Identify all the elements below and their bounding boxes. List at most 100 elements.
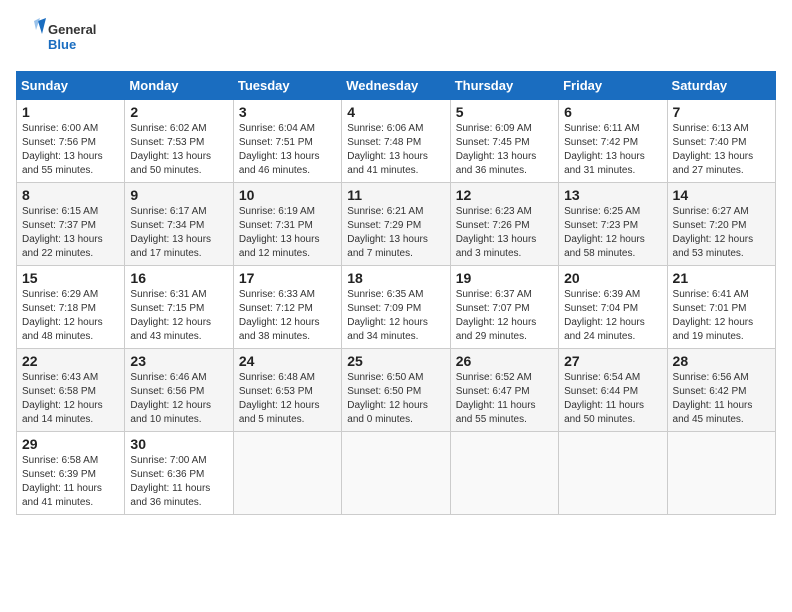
day-number: 5 — [456, 104, 553, 120]
day-of-week-header: Monday — [125, 72, 233, 100]
calendar-day-cell: 27 Sunrise: 6:54 AMSunset: 6:44 PMDayligh… — [559, 349, 667, 432]
day-number: 21 — [673, 270, 770, 286]
day-number: 23 — [130, 353, 227, 369]
day-number: 12 — [456, 187, 553, 203]
day-number: 14 — [673, 187, 770, 203]
day-info: Sunrise: 6:11 AMSunset: 7:42 PMDaylight:… — [564, 122, 661, 178]
day-info: Sunrise: 6:29 AMSunset: 7:18 PMDaylight:… — [22, 288, 119, 344]
header: General Blue — [16, 16, 776, 61]
day-info: Sunrise: 6:04 AMSunset: 7:51 PMDaylight:… — [239, 122, 336, 178]
day-info: Sunrise: 6:27 AMSunset: 7:20 PMDaylight:… — [673, 205, 770, 261]
day-number: 1 — [22, 104, 119, 120]
calendar-week-row: 1Sunrise: 6:00 AMSunset: 7:56 PMDaylight… — [17, 100, 776, 183]
calendar-day-cell: 5 Sunrise: 6:09 AMSunset: 7:45 PMDaylight… — [450, 100, 558, 183]
day-number: 4 — [347, 104, 444, 120]
day-info: Sunrise: 6:50 AMSunset: 6:50 PMDaylight:… — [347, 371, 444, 427]
day-number: 13 — [564, 187, 661, 203]
day-of-week-header: Friday — [559, 72, 667, 100]
svg-text:Blue: Blue — [48, 37, 76, 52]
calendar-day-cell: 18 Sunrise: 6:35 AMSunset: 7:09 PMDayligh… — [342, 266, 450, 349]
day-number: 6 — [564, 104, 661, 120]
logo-text-block: General Blue — [16, 16, 106, 61]
day-info: Sunrise: 6:41 AMSunset: 7:01 PMDaylight:… — [673, 288, 770, 344]
calendar-day-cell: 21 Sunrise: 6:41 AMSunset: 7:01 PMDayligh… — [667, 266, 775, 349]
calendar-week-row: 29Sunrise: 6:58 AMSunset: 6:39 PMDayligh… — [17, 432, 776, 515]
day-info: Sunrise: 6:21 AMSunset: 7:29 PMDaylight:… — [347, 205, 444, 261]
calendar-day-cell: 26Sunrise: 6:52 AMSunset: 6:47 PMDayligh… — [450, 349, 558, 432]
calendar-day-cell: 2Sunrise: 6:02 AMSunset: 7:53 PMDaylight… — [125, 100, 233, 183]
day-of-week-header: Saturday — [667, 72, 775, 100]
day-info: Sunrise: 6:43 AMSunset: 6:58 PMDaylight:… — [22, 371, 119, 427]
calendar-day-cell: 23 Sunrise: 6:46 AMSunset: 6:56 PMDayligh… — [125, 349, 233, 432]
calendar-day-cell: 24Sunrise: 6:48 AMSunset: 6:53 PMDayligh… — [233, 349, 341, 432]
day-of-week-header: Wednesday — [342, 72, 450, 100]
day-number: 20 — [564, 270, 661, 286]
calendar-day-cell: 28 Sunrise: 6:56 AMSunset: 6:42 PMDayligh… — [667, 349, 775, 432]
day-info: Sunrise: 6:35 AMSunset: 7:09 PMDaylight:… — [347, 288, 444, 344]
day-number: 28 — [673, 353, 770, 369]
day-number: 10 — [239, 187, 336, 203]
calendar-day-cell — [233, 432, 341, 515]
day-number: 27 — [564, 353, 661, 369]
day-info: Sunrise: 6:13 AMSunset: 7:40 PMDaylight:… — [673, 122, 770, 178]
day-info: Sunrise: 6:48 AMSunset: 6:53 PMDaylight:… — [239, 371, 336, 427]
day-info: Sunrise: 6:02 AMSunset: 7:53 PMDaylight:… — [130, 122, 227, 178]
calendar-week-row: 8Sunrise: 6:15 AMSunset: 7:37 PMDaylight… — [17, 183, 776, 266]
calendar-day-cell: 16 Sunrise: 6:31 AMSunset: 7:15 PMDayligh… — [125, 266, 233, 349]
day-info: Sunrise: 6:15 AMSunset: 7:37 PMDaylight:… — [22, 205, 119, 261]
day-number: 7 — [673, 104, 770, 120]
day-number: 25 — [347, 353, 444, 369]
calendar-day-cell: 10 Sunrise: 6:19 AMSunset: 7:31 PMDayligh… — [233, 183, 341, 266]
calendar-day-cell: 22 Sunrise: 6:43 AMSunset: 6:58 PMDayligh… — [17, 349, 125, 432]
day-number: 30 — [130, 436, 227, 452]
day-of-week-header: Thursday — [450, 72, 558, 100]
day-info: Sunrise: 6:56 AMSunset: 6:42 PMDaylight:… — [673, 371, 770, 427]
calendar-day-cell: 12 Sunrise: 6:23 AMSunset: 7:26 PMDayligh… — [450, 183, 558, 266]
day-number: 15 — [22, 270, 119, 286]
day-info: Sunrise: 6:09 AMSunset: 7:45 PMDaylight:… — [456, 122, 553, 178]
calendar-day-cell: 30 Sunrise: 7:00 AMSunset: 6:36 PMDayligh… — [125, 432, 233, 515]
day-info: Sunrise: 6:19 AMSunset: 7:31 PMDaylight:… — [239, 205, 336, 261]
day-info: Sunrise: 6:37 AMSunset: 7:07 PMDaylight:… — [456, 288, 553, 344]
day-number: 16 — [130, 270, 227, 286]
day-number: 22 — [22, 353, 119, 369]
calendar-day-cell — [450, 432, 558, 515]
day-info: Sunrise: 6:23 AMSunset: 7:26 PMDaylight:… — [456, 205, 553, 261]
calendar-table: SundayMondayTuesdayWednesdayThursdayFrid… — [16, 71, 776, 515]
day-number: 18 — [347, 270, 444, 286]
calendar-day-cell: 25 Sunrise: 6:50 AMSunset: 6:50 PMDayligh… — [342, 349, 450, 432]
calendar-day-cell: 1Sunrise: 6:00 AMSunset: 7:56 PMDaylight… — [17, 100, 125, 183]
day-info: Sunrise: 6:54 AMSunset: 6:44 PMDaylight:… — [564, 371, 661, 427]
svg-text:General: General — [48, 22, 96, 37]
day-number: 11 — [347, 187, 444, 203]
day-of-week-header: Tuesday — [233, 72, 341, 100]
day-info: Sunrise: 7:00 AMSunset: 6:36 PMDaylight:… — [130, 454, 227, 510]
calendar-day-cell — [667, 432, 775, 515]
calendar-day-cell: 9Sunrise: 6:17 AMSunset: 7:34 PMDaylight… — [125, 183, 233, 266]
calendar-week-row: 15 Sunrise: 6:29 AMSunset: 7:18 PMDayligh… — [17, 266, 776, 349]
calendar-day-cell: 19Sunrise: 6:37 AMSunset: 7:07 PMDayligh… — [450, 266, 558, 349]
calendar-day-cell — [342, 432, 450, 515]
day-info: Sunrise: 6:31 AMSunset: 7:15 PMDaylight:… — [130, 288, 227, 344]
calendar-day-cell: 6 Sunrise: 6:11 AMSunset: 7:42 PMDaylight… — [559, 100, 667, 183]
logo: General Blue — [16, 16, 106, 61]
day-info: Sunrise: 6:46 AMSunset: 6:56 PMDaylight:… — [130, 371, 227, 427]
day-info: Sunrise: 6:33 AMSunset: 7:12 PMDaylight:… — [239, 288, 336, 344]
calendar-day-cell: 7 Sunrise: 6:13 AMSunset: 7:40 PMDaylight… — [667, 100, 775, 183]
day-number: 26 — [456, 353, 553, 369]
calendar-day-cell: 29Sunrise: 6:58 AMSunset: 6:39 PMDayligh… — [17, 432, 125, 515]
day-info: Sunrise: 6:25 AMSunset: 7:23 PMDaylight:… — [564, 205, 661, 261]
calendar-day-cell: 13 Sunrise: 6:25 AMSunset: 7:23 PMDayligh… — [559, 183, 667, 266]
calendar-day-cell: 15 Sunrise: 6:29 AMSunset: 7:18 PMDayligh… — [17, 266, 125, 349]
calendar-day-cell: 8Sunrise: 6:15 AMSunset: 7:37 PMDaylight… — [17, 183, 125, 266]
day-of-week-header: Sunday — [17, 72, 125, 100]
calendar-day-cell: 11 Sunrise: 6:21 AMSunset: 7:29 PMDayligh… — [342, 183, 450, 266]
calendar-day-cell: 14 Sunrise: 6:27 AMSunset: 7:20 PMDayligh… — [667, 183, 775, 266]
day-info: Sunrise: 6:58 AMSunset: 6:39 PMDaylight:… — [22, 454, 119, 510]
calendar-week-row: 22 Sunrise: 6:43 AMSunset: 6:58 PMDayligh… — [17, 349, 776, 432]
day-number: 9 — [130, 187, 227, 203]
calendar-day-cell: 17Sunrise: 6:33 AMSunset: 7:12 PMDayligh… — [233, 266, 341, 349]
calendar-day-cell: 3Sunrise: 6:04 AMSunset: 7:51 PMDaylight… — [233, 100, 341, 183]
calendar-header-row: SundayMondayTuesdayWednesdayThursdayFrid… — [17, 72, 776, 100]
day-info: Sunrise: 6:39 AMSunset: 7:04 PMDaylight:… — [564, 288, 661, 344]
